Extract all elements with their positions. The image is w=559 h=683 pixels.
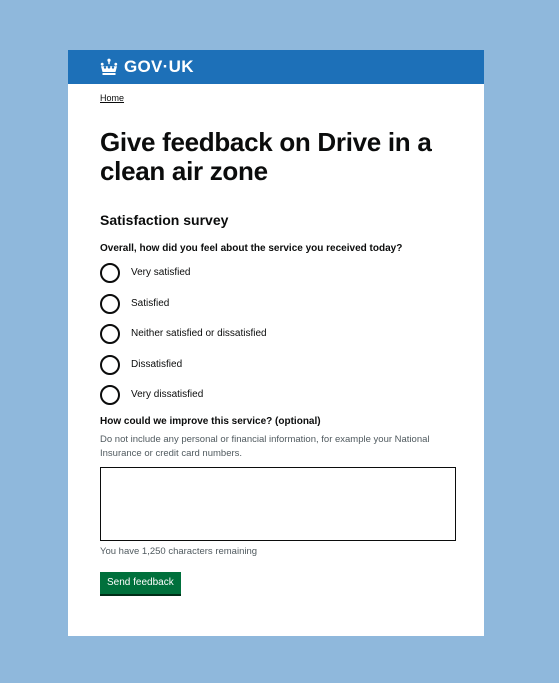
radio-very-satisfied[interactable]: Very satisfied bbox=[100, 261, 456, 285]
radio-circle-dissatisfied[interactable] bbox=[100, 354, 120, 375]
main-content: Home Give feedback on Drive in a clean a… bbox=[68, 92, 484, 594]
radio-very-dissatisfied[interactable]: Very dissatisfied bbox=[100, 383, 456, 407]
radio-dissatisfied[interactable]: Dissatisfied bbox=[100, 353, 456, 377]
radio-label-satisfied[interactable]: Satisfied bbox=[131, 298, 169, 310]
improve-textarea[interactable] bbox=[100, 467, 456, 541]
radio-satisfied[interactable]: Satisfied bbox=[100, 292, 456, 316]
breadcrumb-home-link[interactable]: Home bbox=[100, 93, 124, 103]
gov-uk-logo-text: GOV·UK bbox=[124, 57, 194, 76]
improve-label: How could we improve this service? (opti… bbox=[100, 416, 321, 427]
gov-uk-header: GOV·UK bbox=[68, 50, 484, 84]
radio-label-very-satisfied[interactable]: Very satisfied bbox=[131, 267, 190, 279]
radio-label-very-dissatisfied[interactable]: Very dissatisfied bbox=[131, 389, 203, 401]
radio-circle-neither[interactable] bbox=[100, 324, 120, 344]
radio-circle-very-satisfied[interactable] bbox=[100, 263, 120, 283]
improve-hint: Do not include any personal or financial… bbox=[100, 434, 430, 459]
character-count: You have 1,250 characters remaining bbox=[100, 546, 258, 557]
satisfaction-radios: Very satisfied Satisfied Neither satisfi… bbox=[100, 261, 456, 407]
page-title: Give feedback on Drive in a clean air zo… bbox=[100, 127, 432, 186]
radio-circle-satisfied[interactable] bbox=[100, 293, 120, 314]
send-feedback-button[interactable]: Send feedback bbox=[100, 572, 181, 594]
page-container: GOV·UK Home Give feedback on Drive in a … bbox=[68, 50, 484, 636]
crown-icon bbox=[100, 58, 118, 75]
survey-heading: Satisfaction survey bbox=[100, 212, 229, 228]
radio-neither[interactable]: Neither satisfied or dissatisfied bbox=[100, 322, 456, 346]
radio-label-neither[interactable]: Neither satisfied or dissatisfied bbox=[131, 328, 267, 340]
satisfaction-question: Overall, how did you feel about the serv… bbox=[100, 243, 403, 254]
radio-circle-very-dissatisfied[interactable] bbox=[100, 385, 120, 405]
radio-label-dissatisfied[interactable]: Dissatisfied bbox=[131, 359, 182, 371]
gov-uk-logo-link[interactable]: GOV·UK bbox=[99, 57, 194, 77]
breadcrumb: Home bbox=[100, 92, 456, 104]
